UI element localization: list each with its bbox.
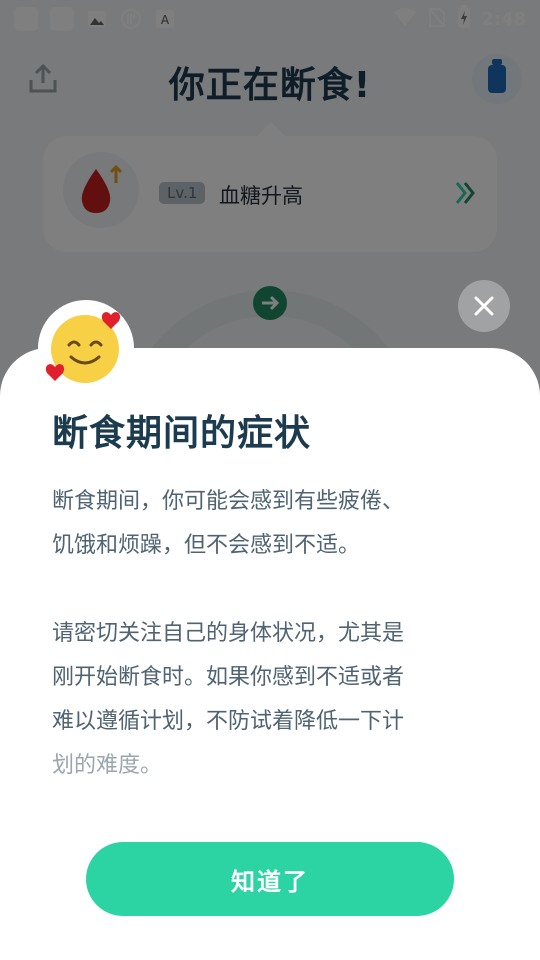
got-it-button[interactable]: 知道了 — [86, 842, 454, 916]
paragraph-line: 断食期间，你可能会感到有些疲倦、 — [52, 489, 405, 514]
modal-title: 断食期间的症状 — [52, 413, 312, 454]
paragraph-line: 划的难度。 — [52, 753, 163, 778]
smiling-face-with-hearts-icon — [45, 312, 121, 383]
paragraph-line: 饥饿和烦躁，但不会感到不适。 — [52, 533, 361, 558]
paragraph-line: 刚开始断食时。如果你感到不适或者 — [52, 665, 405, 690]
paragraph-line: 请密切关注自己的身体状况，尤其是 — [52, 621, 405, 646]
paragraph-line: 难以遵循计划，不防试着降低一下计 — [52, 709, 405, 734]
close-button[interactable] — [458, 280, 510, 332]
smiling-hearts-emoji — [38, 300, 134, 396]
close-icon — [474, 296, 494, 316]
modal-body: 断食期间，你可能会感到有些疲倦、 饥饿和烦躁，但不会感到不适。 请密切关注自己的… — [52, 480, 492, 788]
